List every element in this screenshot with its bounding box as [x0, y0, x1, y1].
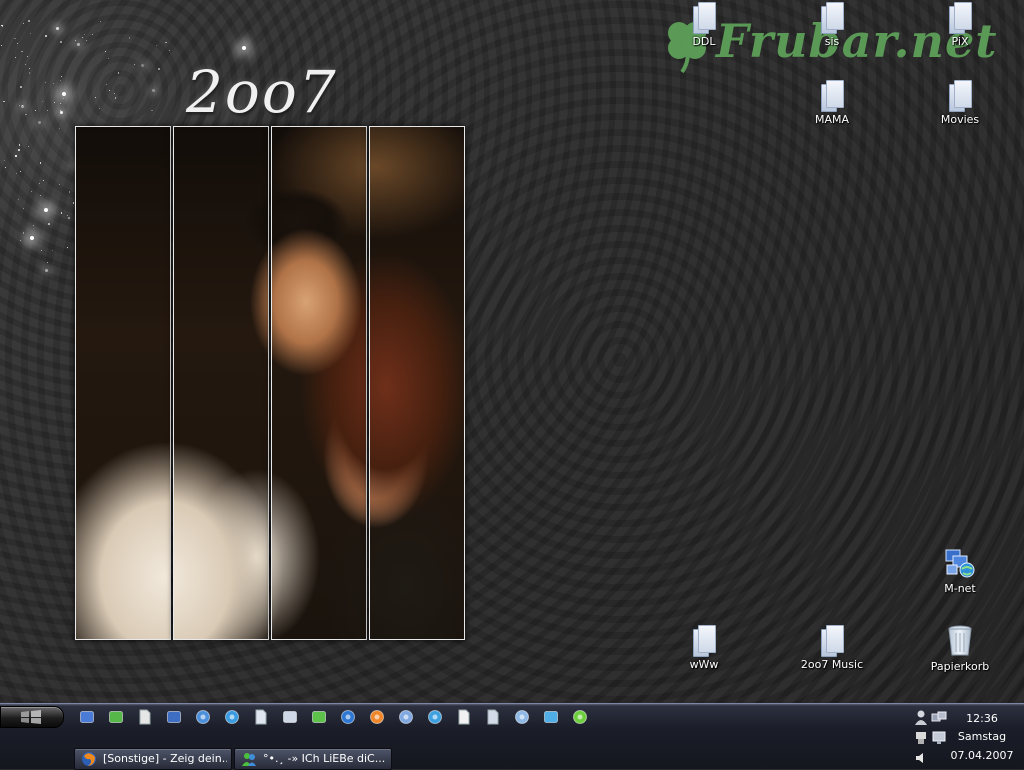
desktop-icon-label: 2oo7 Music — [800, 658, 864, 671]
desktop-icon-label: sis — [824, 35, 840, 48]
volume-icon[interactable] — [914, 751, 928, 765]
display-icon[interactable] — [932, 731, 946, 745]
desktop-icon-label: MAMA — [814, 113, 850, 126]
my-computer-icon[interactable] — [166, 709, 182, 725]
network-connection-icon — [945, 549, 975, 578]
folder-icon — [821, 80, 844, 112]
desktop-icon-mama[interactable]: MAMA — [792, 80, 872, 126]
folder-icon — [949, 80, 972, 112]
windows-logo-icon — [21, 710, 41, 724]
show-desktop-icon[interactable] — [79, 709, 95, 725]
desktop-icon-ddl[interactable]: DDL — [664, 2, 744, 48]
msn-icon[interactable] — [543, 709, 559, 725]
folder-icon — [693, 2, 716, 34]
desktop-icon-www[interactable]: wWw — [664, 625, 744, 671]
task-button-forum[interactable]: [Sonstige] - Zeig dein... — [74, 748, 232, 770]
notepad-icon[interactable] — [137, 709, 153, 725]
gadget-icon[interactable] — [311, 709, 327, 725]
folder-icon[interactable] — [282, 709, 298, 725]
network-status-icon[interactable] — [931, 711, 947, 725]
start-button[interactable] — [0, 706, 64, 728]
internet-explorer-icon[interactable] — [340, 709, 356, 725]
desktop-icon-papierkorb[interactable]: Papierkorb — [920, 625, 1000, 673]
desktop-icon-2oo7-music[interactable]: 2oo7 Music — [792, 625, 872, 671]
disc-icon[interactable] — [514, 709, 530, 725]
document-icon[interactable] — [253, 709, 269, 725]
photo-strip-3 — [271, 126, 367, 640]
clock-time[interactable]: 12:36 — [947, 712, 1017, 725]
desktop-icon-label: wWw — [689, 658, 719, 671]
clock-day[interactable]: Samstag — [947, 730, 1017, 743]
settings-icon[interactable] — [427, 709, 443, 725]
wallpaper-year-text: 2oo7 — [186, 58, 338, 126]
media-player-icon[interactable] — [224, 709, 240, 725]
blank-page-icon[interactable] — [456, 709, 472, 725]
clock-date[interactable]: 07.04.2007 — [947, 749, 1017, 762]
folder-icon — [821, 2, 844, 34]
taskbar: [Sonstige] - Zeig dein... °•.¸ -» ICh Li… — [0, 703, 1024, 770]
photo-strip-1 — [75, 126, 171, 640]
usb-icon[interactable] — [914, 731, 928, 745]
folder-icon — [821, 625, 844, 657]
desktop-icon-label: Papierkorb — [930, 660, 990, 673]
firefox-icon — [82, 752, 96, 766]
desktop-icon-label: M-net — [944, 582, 976, 595]
refresh-icon[interactable] — [572, 709, 588, 725]
photo-strip-4 — [369, 126, 465, 640]
desktop-icon-sis[interactable]: sis — [792, 2, 872, 48]
desktop-icon-movies[interactable]: Movies — [920, 80, 1000, 126]
desktop-icon-m-net[interactable]: M-net — [920, 547, 1000, 595]
messenger-icon[interactable] — [108, 709, 124, 725]
desktop[interactable]: 2oo7 Frubar.net DDL sis PiX MAMA Movies — [0, 0, 1024, 703]
photo-strip-2 — [173, 126, 269, 640]
desktop-icon-label: PiX — [951, 35, 969, 48]
recycle-bin-icon — [948, 625, 972, 656]
user-icon[interactable] — [914, 710, 928, 726]
msn-icon — [242, 753, 256, 766]
firefox-icon[interactable] — [369, 709, 385, 725]
folder-icon — [949, 2, 972, 34]
desktop-icon-label: Movies — [940, 113, 980, 126]
desktop-icon-pix[interactable]: PiX — [920, 2, 1000, 48]
folder-icon — [693, 625, 716, 657]
file-icon[interactable] — [485, 709, 501, 725]
desktop-icon-label: DDL — [692, 35, 716, 48]
task-button-chat[interactable]: °•.¸ -» ICh LiEBe diC... — [234, 748, 392, 770]
search-icon[interactable] — [398, 709, 414, 725]
network-icon[interactable] — [195, 709, 211, 725]
